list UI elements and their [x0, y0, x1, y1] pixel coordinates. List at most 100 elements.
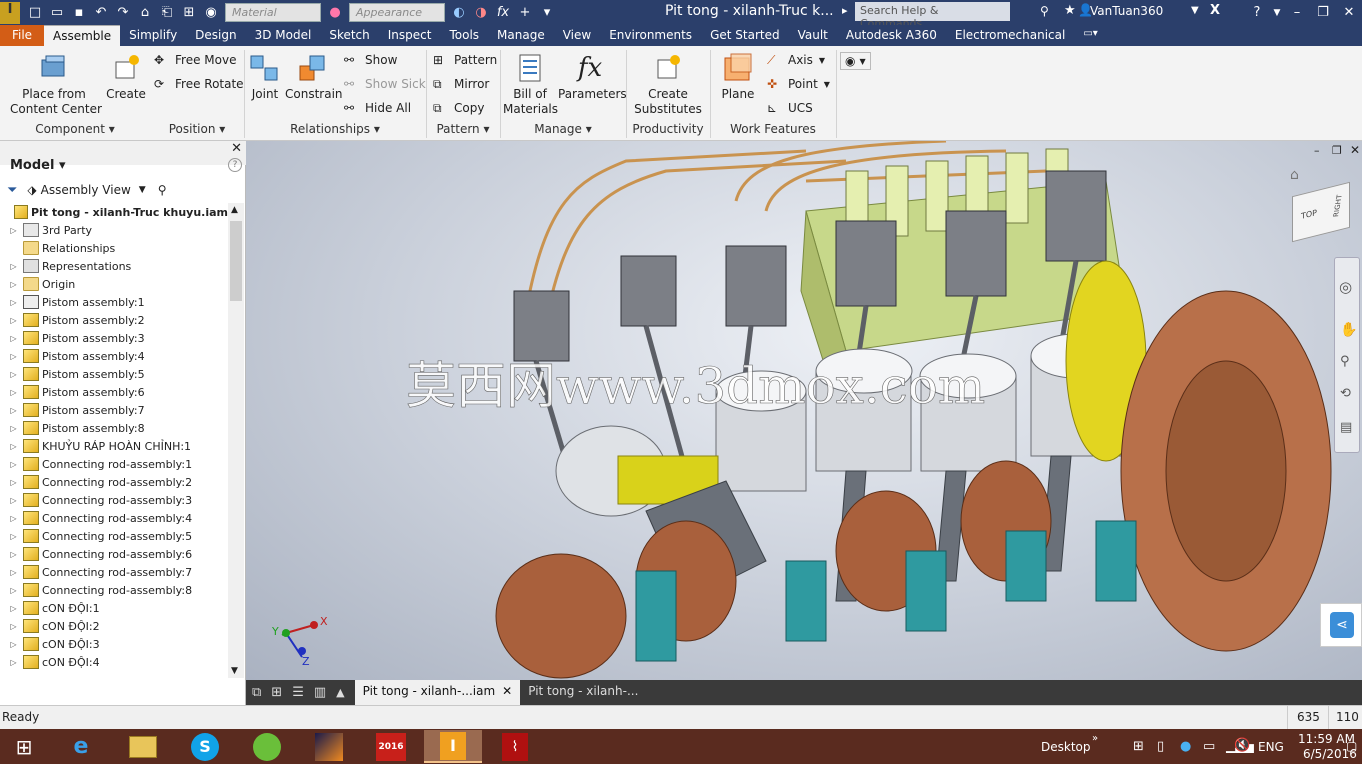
tab-manage[interactable]: Manage	[488, 25, 554, 46]
undo-icon[interactable]: ↶	[90, 5, 112, 20]
browser-close-icon[interactable]: ✕	[231, 141, 242, 156]
ribbon-options-icon[interactable]: ▭▾	[1074, 25, 1106, 46]
tab-get-started[interactable]: Get Started	[701, 25, 789, 46]
free-rotate-button[interactable]: ⟳ Free Rotate	[154, 77, 244, 91]
taskbar-app-media[interactable]	[300, 730, 358, 763]
action-center-icon[interactable]: ⊞	[1133, 739, 1144, 754]
scroll-thumb[interactable]	[230, 221, 242, 301]
panel-component[interactable]: Component ▾	[0, 122, 150, 136]
doc-tab[interactable]: Pit tong - xilanh-...	[520, 680, 646, 705]
adjust-icon[interactable]: ◐	[448, 5, 470, 20]
tree-item[interactable]: ▷ Pistom assembly:5	[0, 365, 228, 383]
expand-icon[interactable]: ▷	[8, 424, 19, 433]
tab-view[interactable]: View	[554, 25, 600, 46]
fx-icon[interactable]: fx	[492, 5, 514, 20]
orbit-icon[interactable]: ⟲	[1340, 386, 1351, 401]
free-move-button[interactable]: ✥ Free Move	[154, 53, 236, 67]
scroll-down-icon[interactable]: ▼	[231, 666, 238, 676]
tree-item[interactable]: ▷ cON ĐỘI:4	[0, 653, 228, 671]
expand-icon[interactable]: ▷	[8, 226, 19, 235]
taskbar-app-green[interactable]	[238, 730, 296, 763]
panel-relationships[interactable]: Relationships ▾	[244, 122, 426, 136]
start-button[interactable]: ⊞	[0, 730, 48, 763]
taskbar-solidworks[interactable]: 2016	[362, 730, 420, 763]
select-icon[interactable]: ⊞	[178, 5, 200, 20]
tree-item[interactable]: ▷ Pistom assembly:3	[0, 329, 228, 347]
zoom-icon[interactable]: ⚲	[1340, 354, 1350, 369]
help-dropdown-icon[interactable]: ▼	[1270, 8, 1284, 18]
battery-icon[interactable]: ▭	[1203, 739, 1215, 754]
pattern-button[interactable]: ⊞ Pattern	[433, 53, 497, 67]
browser-help-icon[interactable]: ?	[228, 158, 242, 172]
expand-icon[interactable]: ▷	[8, 262, 19, 271]
plane-button[interactable]: Plane	[716, 52, 760, 102]
create-button[interactable]: Create	[104, 52, 148, 102]
help-icon[interactable]: ?	[1244, 5, 1270, 20]
viewcube-top-label[interactable]: TOP	[1301, 208, 1317, 221]
mirror-button[interactable]: ⧉ Mirror	[433, 77, 489, 91]
tree-item[interactable]: ▷ Connecting rod-assembly:8	[0, 581, 228, 599]
expand-icon[interactable]: ▷	[8, 568, 19, 577]
tile-vertical-icon[interactable]: ▥	[314, 685, 326, 700]
minimize-icon[interactable]: –	[1284, 5, 1310, 20]
expand-icon[interactable]: ▷	[8, 460, 19, 469]
taskbar-ie[interactable]: e	[52, 730, 110, 763]
tree-root[interactable]: Pit tong - xilanh-Truc khuyu.iam	[0, 203, 228, 221]
tree-item[interactable]: ▷ Connecting rod-assembly:3	[0, 491, 228, 509]
tab-environments[interactable]: Environments	[600, 25, 701, 46]
tree-item[interactable]: ▷ Origin	[0, 275, 228, 293]
plus-icon[interactable]: +	[514, 5, 536, 20]
star-icon[interactable]: ★	[1064, 3, 1076, 18]
restore-icon[interactable]: ❐	[1310, 5, 1336, 20]
tree-item[interactable]: ▷ 3rd Party	[0, 221, 228, 239]
viewport-restore-icon[interactable]: ❐	[1332, 144, 1342, 157]
expand-icon[interactable]: ▷	[8, 316, 19, 325]
tree-item[interactable]: ▷ Pistom assembly:6	[0, 383, 228, 401]
create-substitutes-button[interactable]: Create Substitutes	[630, 52, 706, 117]
tile-icon[interactable]: ⊞	[271, 685, 282, 700]
tree-item[interactable]: ▷ cON ĐỘI:2	[0, 617, 228, 635]
language-indicator[interactable]: ENG	[1258, 740, 1284, 754]
tree-item[interactable]: ▷ cON ĐỘI:1	[0, 599, 228, 617]
open-icon[interactable]: ▭	[46, 5, 68, 20]
tree-item[interactable]: ▷ Connecting rod-assembly:4	[0, 509, 228, 527]
search-input[interactable]: Search Help & Commands...	[855, 2, 1010, 30]
expand-icon[interactable]: ▷	[8, 406, 19, 415]
tile-horizontal-icon[interactable]: ☰	[292, 685, 304, 700]
expand-icon[interactable]: ▷	[8, 478, 19, 487]
tab-sketch[interactable]: Sketch	[320, 25, 378, 46]
ucs-button[interactable]: ⊾ UCS	[767, 101, 813, 115]
tree-item[interactable]: Relationships	[0, 239, 228, 257]
exchange-icon[interactable]: X	[1210, 3, 1220, 18]
filter-icon[interactable]: ⏷	[7, 183, 17, 198]
place-from-content-center-button[interactable]: Place from Content Center	[10, 52, 102, 117]
expand-icon[interactable]: ▷	[8, 298, 19, 307]
panel-position[interactable]: Position ▾	[150, 122, 244, 136]
tree-item[interactable]: ▷ Connecting rod-assembly:5	[0, 527, 228, 545]
new-icon[interactable]: □	[24, 5, 46, 20]
graphics-window[interactable]: 莫西网www.3dmox.com X Y Z – ❐ ✕ ⌂ TOP RIGHT…	[246, 141, 1362, 680]
expand-icon[interactable]: ▷	[8, 388, 19, 397]
tab-3d-model[interactable]: 3D Model	[246, 25, 321, 46]
copy-button[interactable]: ⧉ Copy	[433, 101, 484, 115]
app-menu-icon[interactable]: I	[0, 1, 20, 24]
axis-button[interactable]: ⟋ Axis ▼	[767, 53, 825, 67]
search-arrow-icon[interactable]: ▸	[842, 4, 848, 17]
volume-icon[interactable]: 🔇	[1234, 738, 1250, 753]
taskbar-inventor[interactable]: I	[424, 730, 482, 763]
engine-model[interactable]: 莫西网www.3dmox.com	[246, 141, 1362, 680]
home-icon[interactable]: ⌂	[134, 5, 156, 20]
appearance-select[interactable]: Appearance	[349, 3, 445, 22]
update-icon[interactable]: ●	[1180, 739, 1191, 754]
bill-of-materials-button[interactable]: Bill of Materials	[503, 52, 558, 117]
expand-icon[interactable]: ▷	[8, 604, 19, 613]
expand-icon[interactable]: ▷	[8, 640, 19, 649]
pan-icon[interactable]: ✋	[1340, 322, 1357, 338]
expand-icon[interactable]: ▷	[8, 334, 19, 343]
tray-overflow-icon[interactable]: »	[1092, 733, 1098, 744]
viewcube-right-label[interactable]: RIGHT	[1332, 194, 1344, 217]
tree-item[interactable]: ▷ Pistom assembly:2	[0, 311, 228, 329]
panel-pattern[interactable]: Pattern ▾	[426, 122, 500, 136]
user-dropdown-icon[interactable]: ▼	[1191, 5, 1199, 16]
cascade-icon[interactable]: ⧉	[252, 685, 261, 700]
